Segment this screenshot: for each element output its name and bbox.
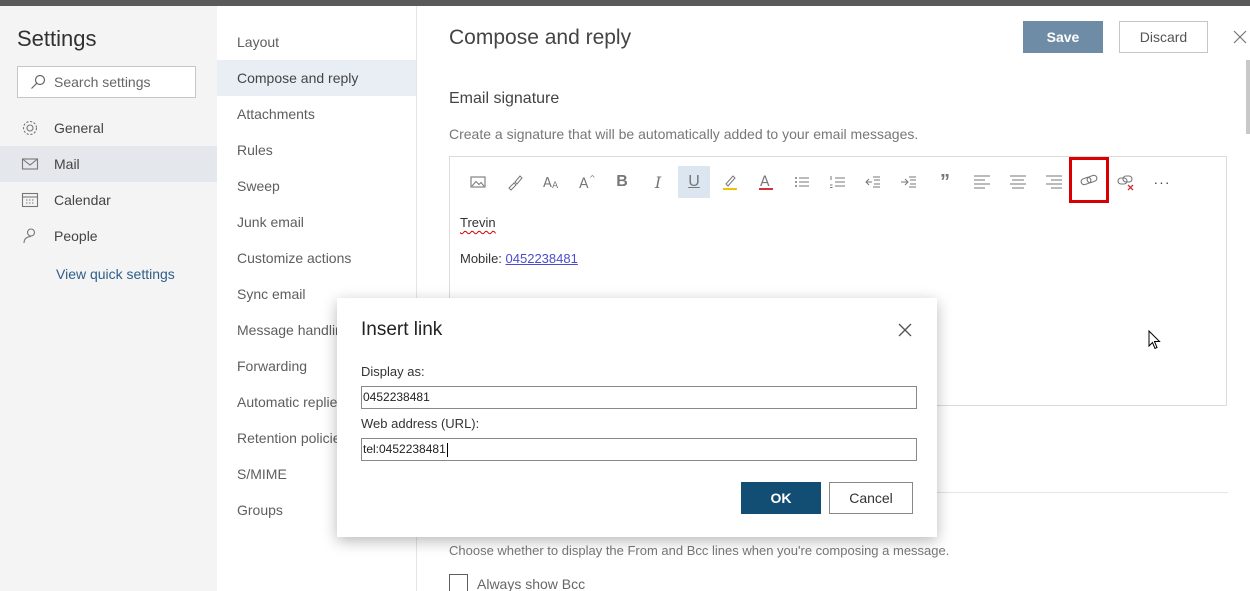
nav-item-label: Calendar	[54, 192, 111, 208]
web-address-input[interactable]: tel:0452238481	[361, 438, 917, 461]
web-address-value: tel:0452238481	[363, 442, 446, 456]
subnav-item-rules[interactable]: Rules	[217, 132, 416, 168]
decrease-indent-button[interactable]	[857, 166, 889, 198]
mail-icon	[21, 158, 39, 170]
image-icon	[470, 176, 486, 188]
font-icon: AA	[543, 176, 559, 191]
paintbrush-icon	[508, 175, 523, 191]
nav-item-mail[interactable]: Mail	[0, 146, 217, 182]
svg-text:A: A	[579, 176, 589, 191]
ok-button[interactable]: OK	[741, 482, 821, 514]
cancel-button[interactable]: Cancel	[829, 482, 913, 514]
always-show-bcc-checkbox[interactable]	[449, 574, 468, 591]
nav-item-people[interactable]: People	[0, 218, 217, 254]
settings-title: Settings	[17, 26, 97, 51]
save-button[interactable]: Save	[1023, 21, 1103, 53]
quote-button[interactable]: ”	[929, 166, 961, 198]
subnav-item-attachments[interactable]: Attachments	[217, 96, 416, 132]
remove-link-button[interactable]	[1110, 166, 1142, 198]
align-left-button[interactable]	[966, 166, 998, 198]
nav-item-label: General	[54, 120, 104, 136]
font-button[interactable]: AA	[535, 166, 567, 198]
nav-item-general[interactable]: General	[0, 110, 217, 146]
mobile-label: Mobile:	[460, 251, 506, 266]
calendar-icon	[21, 192, 39, 208]
increase-indent-button[interactable]	[893, 166, 925, 198]
underline-button[interactable]: U	[678, 166, 710, 198]
svg-text:A: A	[552, 181, 559, 191]
bulleted-list-icon	[795, 177, 809, 187]
text-caret	[446, 442, 448, 457]
subnav-item-customize-actions[interactable]: Customize actions	[217, 240, 416, 276]
svg-text:A: A	[760, 174, 770, 190]
scrollbar-thumb[interactable]	[1246, 60, 1250, 134]
insert-image-button[interactable]	[462, 166, 494, 198]
nav-item-label: Mail	[54, 156, 80, 172]
numbering-button[interactable]	[822, 166, 854, 198]
align-center-icon	[1010, 175, 1026, 189]
subnav-item-layout[interactable]: Layout	[217, 24, 416, 60]
subnav-item-sweep[interactable]: Sweep	[217, 168, 416, 204]
svg-text:A: A	[543, 176, 552, 191]
web-address-label: Web address (URL):	[361, 416, 480, 431]
align-right-button[interactable]	[1038, 166, 1070, 198]
nav-item-calendar[interactable]: Calendar	[0, 182, 217, 218]
font-size-button[interactable]: A ^	[571, 166, 603, 198]
unlink-icon	[1117, 175, 1134, 191]
font-color-button[interactable]: A	[750, 166, 782, 198]
link-icon	[1080, 174, 1098, 186]
subnav-item-compose-and-reply[interactable]: Compose and reply	[217, 60, 416, 96]
dialog-title: Insert link	[361, 319, 443, 340]
more-options-button[interactable]: ···	[1146, 166, 1178, 198]
nav-item-label: People	[54, 228, 98, 244]
subnav-item-junk-email[interactable]: Junk email	[217, 204, 416, 240]
people-icon	[23, 228, 36, 244]
section-description: Create a signature that will be automati…	[449, 126, 919, 142]
insert-link-button[interactable]	[1069, 157, 1109, 203]
gear-icon	[22, 120, 38, 136]
align-right-icon	[1046, 175, 1062, 189]
bullets-button[interactable]	[786, 166, 818, 198]
format-painter-button[interactable]	[499, 166, 531, 198]
close-icon[interactable]	[1232, 29, 1248, 45]
section-title: Email signature	[449, 90, 560, 107]
align-center-button[interactable]	[1002, 166, 1034, 198]
display-as-label: Display as:	[361, 364, 425, 379]
search-icon	[31, 74, 46, 89]
mouse-cursor-icon	[1148, 330, 1161, 350]
view-quick-settings-link[interactable]: View quick settings	[56, 266, 175, 282]
message-format-description: Choose whether to display the From and B…	[449, 543, 950, 558]
settings-sidebar: Settings Search settings General Mail Ca…	[0, 6, 217, 591]
search-settings-input[interactable]: Search settings	[17, 66, 196, 98]
always-show-bcc-label: Always show Bcc	[477, 576, 586, 591]
insert-link-dialog: Insert link Display as: 0452238481 Web a…	[337, 298, 937, 537]
display-as-value: 0452238481	[363, 390, 430, 404]
align-left-icon	[974, 175, 990, 189]
font-size-icon: A ^	[579, 174, 596, 191]
discard-button[interactable]: Discard	[1119, 21, 1208, 53]
increase-indent-icon	[901, 176, 916, 188]
mobile-number-link[interactable]: 0452238481	[506, 251, 578, 266]
signature-mobile-line: Mobile: 0452238481	[460, 251, 578, 266]
italic-button[interactable]: I	[642, 166, 674, 198]
svg-text:^: ^	[589, 174, 596, 183]
font-color-icon: A	[759, 174, 773, 190]
decrease-indent-icon	[865, 176, 880, 188]
display-as-input[interactable]: 0452238481	[361, 386, 917, 409]
highlight-button[interactable]	[714, 166, 746, 198]
search-placeholder: Search settings	[54, 74, 151, 90]
bold-button[interactable]: B	[606, 166, 638, 198]
signature-name: Trevin	[460, 215, 496, 230]
numbered-list-icon	[830, 176, 845, 188]
close-icon[interactable]	[897, 322, 913, 338]
highlighter-icon	[723, 175, 737, 190]
page-title: Compose and reply	[449, 26, 632, 49]
